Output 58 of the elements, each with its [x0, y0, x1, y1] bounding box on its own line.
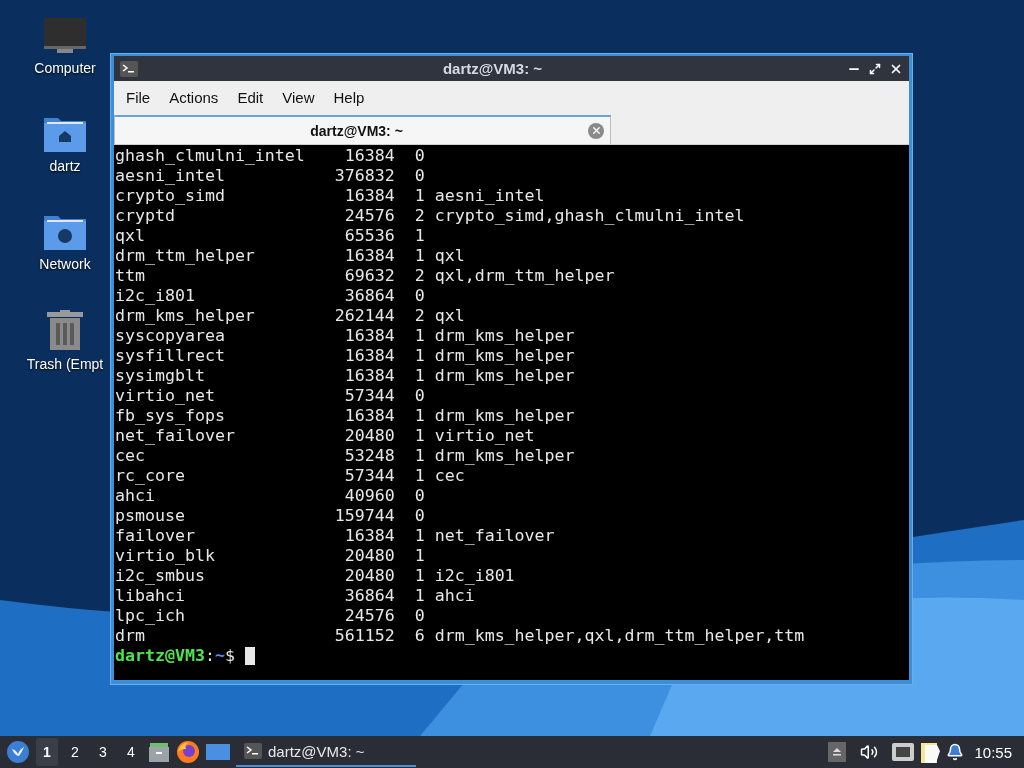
terminal-line: drm_kms_helper 262144 2 qxl [115, 306, 466, 326]
menu-item[interactable]: Actions [161, 88, 230, 106]
icon-label: Network [39, 256, 91, 272]
terminal-line: rc_core 57344 1 cec [115, 466, 466, 486]
terminal-line: drm 561152 6 drm_kms_helper,qxl,drm_ttm_helper,ttm [115, 626, 806, 646]
terminal-line: ttm 69632 2 qxl,drm_ttm_helper [115, 266, 616, 286]
terminal-tab[interactable]: dartz@VM3: ~ [114, 115, 611, 144]
terminal-line: aesni_intel 376832 0 [115, 166, 426, 186]
terminal-line: libahci 36864 1 ahci [115, 586, 476, 606]
icon-label: dartz [49, 158, 81, 174]
monitor-icon[interactable] [43, 18, 87, 54]
terminal-line: cec 53248 1 drm_kms_helper [115, 446, 576, 466]
terminal-line: i2c_smbus 20480 1 i2c_i801 [115, 566, 516, 586]
window-title: dartz@VM3: ~ [441, 60, 544, 77]
icon-label: Computer [34, 60, 96, 76]
file-cabinet-icon[interactable] [148, 741, 170, 763]
terminal-line: i2c_i801 36864 0 [115, 286, 426, 306]
close-tab-icon[interactable] [588, 122, 604, 139]
terminal-icon [120, 60, 138, 77]
terminal-line: sysimgblt 16384 1 drm_kms_helper [115, 366, 576, 386]
workspace-button[interactable]: 3 [92, 738, 114, 766]
workspace-button[interactable]: 4 [120, 738, 142, 766]
cursor [244, 647, 255, 665]
icon-label: Trash (Empt [26, 356, 104, 372]
clock: 10:55 [974, 743, 1012, 761]
terminal-line: crypto_simd 16384 1 aesni_intel [115, 186, 546, 206]
terminal-line: failover 16384 1 net_failover [115, 526, 556, 546]
workspace-button[interactable]: 1 [36, 738, 58, 766]
terminal-line: drm_ttm_helper 16384 1 qxl [115, 246, 466, 266]
terminal-prompt: dartz@VM3:~$ [115, 646, 235, 666]
start-menu-icon[interactable] [6, 740, 30, 764]
menu-item[interactable]: View [274, 88, 326, 106]
eject-icon[interactable] [828, 742, 847, 762]
trash-icon[interactable] [47, 310, 83, 350]
terminal-icon [244, 743, 262, 759]
browser-icon[interactable] [176, 740, 200, 764]
clipboard-icon[interactable] [920, 741, 941, 763]
terminal-line: ahci 40960 0 [115, 486, 426, 506]
menu-item[interactable]: File [118, 88, 162, 106]
terminal-line: sysfillrect 16384 1 drm_kms_helper [115, 346, 576, 366]
terminal-line: lpc_ich 24576 0 [115, 606, 426, 626]
terminal-line: qxl 65536 1 [115, 226, 426, 246]
terminal-line: fb_sys_fops 16384 1 drm_kms_helper [115, 406, 576, 426]
menu-item[interactable]: Edit [229, 88, 275, 106]
volume-icon[interactable] [860, 743, 879, 761]
terminal-line: ghash_clmulni_intel 16384 0 [115, 146, 426, 166]
terminal-line: psmouse 159744 0 [115, 506, 426, 526]
menu-item[interactable]: Help [325, 88, 376, 106]
maximize-icon[interactable] [869, 62, 881, 75]
window-icon[interactable] [206, 742, 230, 762]
terminal-line: syscopyarea 16384 1 drm_kms_helper [115, 326, 576, 346]
terminal-line: cryptd 24576 2 crypto_simd,ghash_clmulni_intel [115, 206, 746, 226]
workspace-button[interactable]: 2 [64, 738, 86, 766]
notification-icon[interactable] [946, 743, 965, 761]
terminal-line: virtio_blk 20480 1 [115, 546, 426, 566]
taskbar-task[interactable]: dartz@VM3: ~ [236, 737, 416, 767]
terminal-line: virtio_net 57344 0 [115, 386, 426, 406]
terminal-line: net_failover 20480 1 virtio_net [115, 426, 536, 446]
